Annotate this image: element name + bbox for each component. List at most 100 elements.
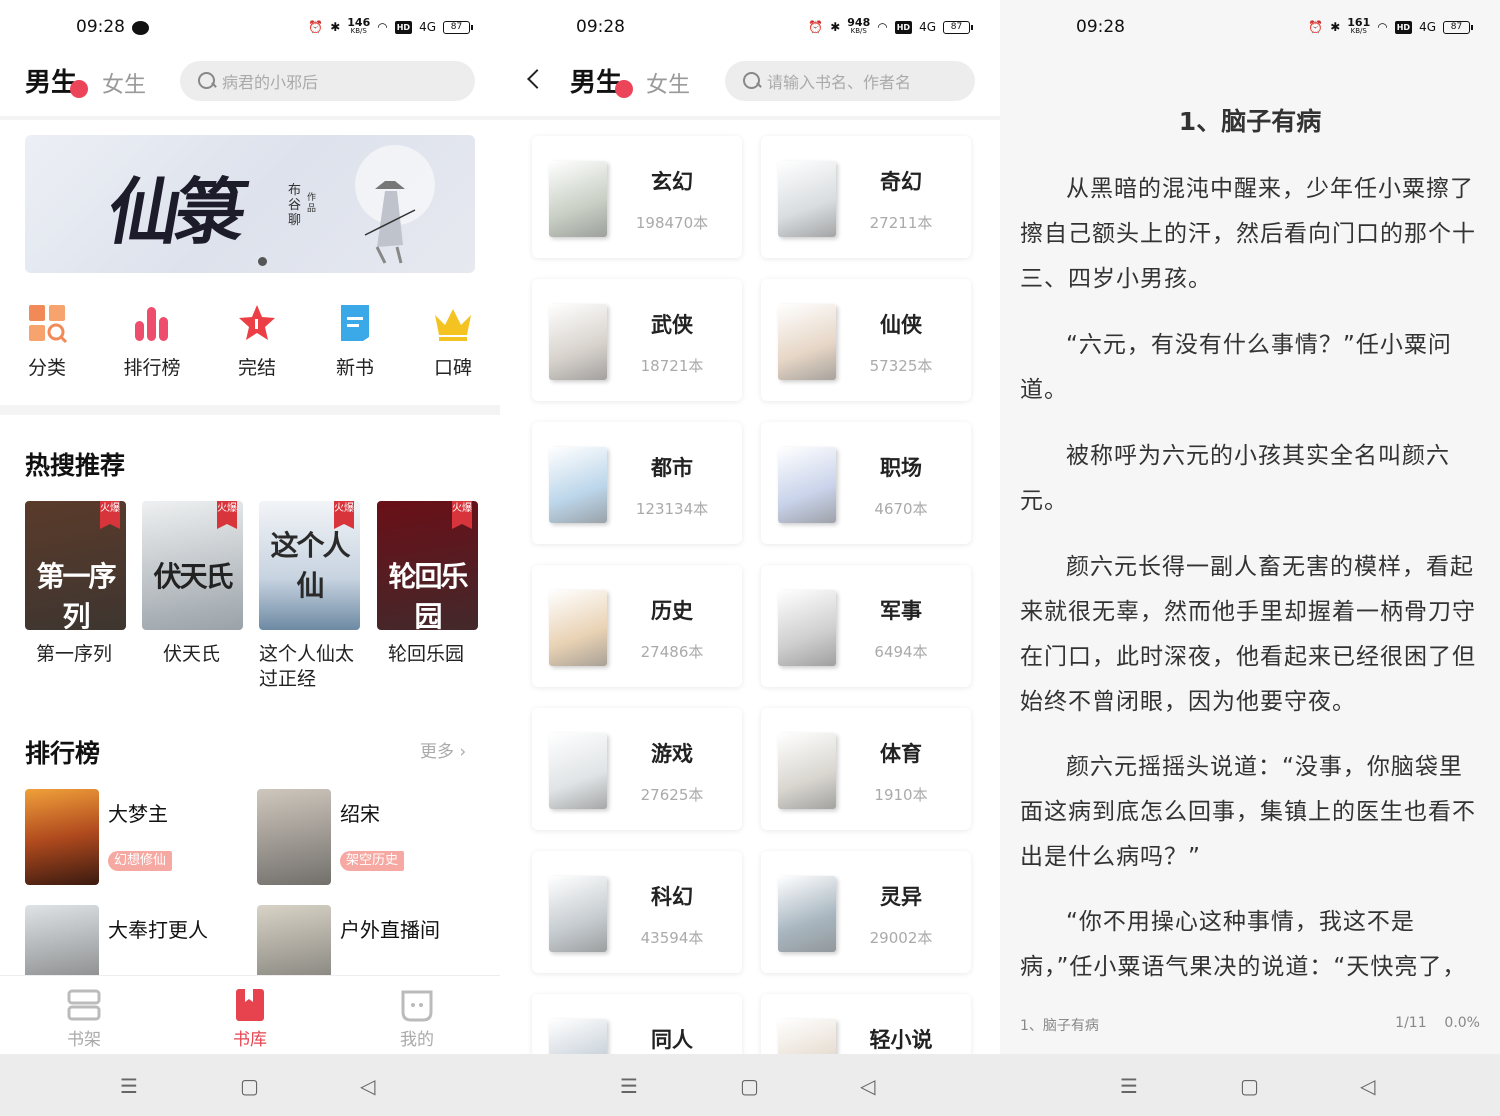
back-arrow-icon[interactable] xyxy=(527,69,547,89)
home-nav-icon[interactable]: ▢ xyxy=(1240,1074,1259,1098)
rank-book-title[interactable]: 大梦主 xyxy=(108,798,168,827)
tab-library[interactable]: 书库 xyxy=(220,988,280,1050)
rank-book-cover[interactable] xyxy=(25,789,99,885)
system-nav-bar: ☰ ▢ ◁ xyxy=(0,1054,500,1116)
genre-tag: 幻想修仙 xyxy=(108,851,173,871)
hot-badge: 火爆 xyxy=(452,501,472,529)
wechat-icon xyxy=(132,21,149,35)
reader-screen: 09:28 ⏰ ✱ 161 KB/S ◠ HD 4G 87 1、脑子有病 从黑暗的… xyxy=(1000,0,1500,1116)
category-card[interactable]: 都市 123134本 xyxy=(532,422,742,544)
banner-author: 布谷聊 xyxy=(288,183,302,228)
rank-book-cover[interactable] xyxy=(257,789,331,885)
back-nav-icon[interactable]: ◁ xyxy=(860,1074,875,1098)
category-card[interactable]: 军事 6494本 xyxy=(761,565,971,687)
hot-book-cover[interactable]: 伏天氏 火爆 xyxy=(142,501,243,630)
category-card[interactable]: 游戏 27625本 xyxy=(532,708,742,830)
status-bar: 09:28 ⏰ ✱ 161 KB/S ◠ HD 4G 87 xyxy=(1000,0,1500,56)
more-link[interactable]: 更多 › xyxy=(420,737,466,762)
category-count: 29002本 xyxy=(869,929,933,947)
rank-book-title[interactable]: 大奉打更人 xyxy=(108,914,208,943)
category-count: 4670本 xyxy=(874,500,928,518)
bluetooth-icon: ✱ xyxy=(330,20,341,34)
signal-icon: 4G xyxy=(419,20,436,34)
quick-finished[interactable]: 完结 xyxy=(227,303,287,380)
category-cover xyxy=(778,590,836,666)
back-nav-icon[interactable]: ◁ xyxy=(360,1074,375,1098)
tab-female[interactable]: 女生 xyxy=(102,67,146,99)
library-icon xyxy=(236,989,264,1021)
tab-male[interactable]: 男生 xyxy=(25,62,77,99)
hot-book-title[interactable]: 第一序列 xyxy=(36,642,146,667)
chapter-title: 1、脑子有病 xyxy=(1178,107,1322,136)
footer-chapter: 1、脑子有病 xyxy=(1020,1018,1099,1034)
paragraph: 被称呼为六元的小孩其实全名叫颜六元。 xyxy=(1020,443,1450,514)
category-cover xyxy=(549,447,607,523)
menu-nav-icon[interactable]: ☰ xyxy=(1120,1074,1138,1098)
tab-female[interactable]: 女生 xyxy=(646,67,690,99)
paragraph: 颜六元长得一副人畜无害的模样，看起来就很无辜，然而他手里却握着一柄骨刀守在门口，… xyxy=(1020,554,1476,715)
paragraph: 颜六元摇摇头说道：“没事，你脑袋里面这病到底怎么回事，集镇上的医生也看不出是什么… xyxy=(1020,754,1476,870)
hot-book-cover[interactable]: 第一序列 火爆 xyxy=(25,501,126,630)
category-card[interactable]: 奇幻 27211本 xyxy=(761,136,971,258)
category-cover xyxy=(778,876,836,952)
category-name: 玄幻 xyxy=(651,170,693,194)
category-card[interactable]: 历史 27486本 xyxy=(532,565,742,687)
category-name: 武侠 xyxy=(651,313,693,337)
status-bar: 09:28 ⏰ ✱ 146 KB/S ◠ HD 4G 87 xyxy=(0,0,500,56)
wifi-icon: ◠ xyxy=(877,20,888,34)
category-card[interactable]: 武侠 18721本 xyxy=(532,279,742,401)
hot-badge: 火爆 xyxy=(100,501,120,529)
tab-bookshelf[interactable]: 书架 xyxy=(54,988,114,1050)
ranking-icon xyxy=(135,307,168,341)
system-nav-bar: ☰ ▢ ◁ xyxy=(1000,1054,1500,1116)
category-card[interactable]: 科幻 43594本 xyxy=(532,851,742,973)
back-nav-icon[interactable]: ◁ xyxy=(1360,1074,1375,1098)
category-count: 43594本 xyxy=(640,929,704,947)
hd-icon: HD xyxy=(1394,20,1413,34)
hot-book-title[interactable]: 这个人仙太过正经 xyxy=(259,642,364,692)
tab-male[interactable]: 男生 xyxy=(570,62,622,99)
hot-book-title[interactable]: 伏天氏 xyxy=(163,642,273,667)
hot-book-cover[interactable]: 这个人仙 火爆 xyxy=(259,501,360,630)
quick-ranking[interactable]: 排行榜 xyxy=(122,303,182,380)
quick-reputation[interactable]: 口碑 xyxy=(423,303,483,380)
category-card[interactable]: 职场 4670本 xyxy=(761,422,971,544)
search-bar[interactable]: 请输入书名、作者名 xyxy=(725,61,975,101)
alarm-icon: ⏰ xyxy=(308,20,324,34)
home-nav-icon[interactable]: ▢ xyxy=(740,1074,759,1098)
hot-badge: 火爆 xyxy=(217,501,237,529)
category-count: 1910本 xyxy=(874,786,928,804)
carousel-indicator[interactable] xyxy=(258,257,267,266)
rank-book-title[interactable]: 绍宋 xyxy=(340,798,380,827)
quick-new-books[interactable]: 新书 xyxy=(325,303,385,380)
category-count: 123134本 xyxy=(635,500,709,518)
menu-nav-icon[interactable]: ☰ xyxy=(120,1074,138,1098)
category-card[interactable]: 体育 1910本 xyxy=(761,708,971,830)
hot-book-cover[interactable]: 轮回乐园 火爆 xyxy=(377,501,478,630)
category-cover xyxy=(778,161,836,237)
battery-icon: 87 xyxy=(943,20,973,34)
category-name: 仙侠 xyxy=(880,313,922,337)
status-time: 09:28 xyxy=(76,17,125,37)
bookshelf-icon xyxy=(67,989,101,1021)
paragraph: 从黑暗的混沌中醒来，少年任小粟擦了擦自己额头上的汗，然后看向门口的那个十三、四岁… xyxy=(1020,176,1476,292)
tab-profile[interactable]: 我的 xyxy=(387,988,447,1050)
category-card[interactable]: 灵异 29002本 xyxy=(761,851,971,973)
category-card[interactable]: 玄幻 198470本 xyxy=(532,136,742,258)
hot-book-title[interactable]: 轮回乐园 xyxy=(388,642,498,667)
rank-book-title[interactable]: 户外直播间 xyxy=(340,914,440,943)
category-name: 体育 xyxy=(880,742,922,766)
new-book-icon xyxy=(341,305,369,341)
promo-banner[interactable]: 仙箓 布谷聊 作品 xyxy=(25,135,475,273)
search-bar[interactable]: 病君的小邪后 xyxy=(180,61,475,101)
menu-nav-icon[interactable]: ☰ xyxy=(620,1074,638,1098)
category-name: 军事 xyxy=(880,599,922,623)
category-count: 18721本 xyxy=(640,357,704,375)
genre-tag: 架空历史 xyxy=(340,851,405,871)
search-placeholder: 病君的小邪后 xyxy=(222,73,319,92)
home-nav-icon[interactable]: ▢ xyxy=(240,1074,259,1098)
alarm-icon: ⏰ xyxy=(808,20,824,34)
category-card[interactable]: 仙侠 57325本 xyxy=(761,279,971,401)
category-screen: 09:28 ⏰ ✱ 948 KB/S ◠ HD 4G 87 男生 女生 请输入书名… xyxy=(500,0,1000,1116)
quick-category[interactable]: 分类 xyxy=(17,303,77,380)
